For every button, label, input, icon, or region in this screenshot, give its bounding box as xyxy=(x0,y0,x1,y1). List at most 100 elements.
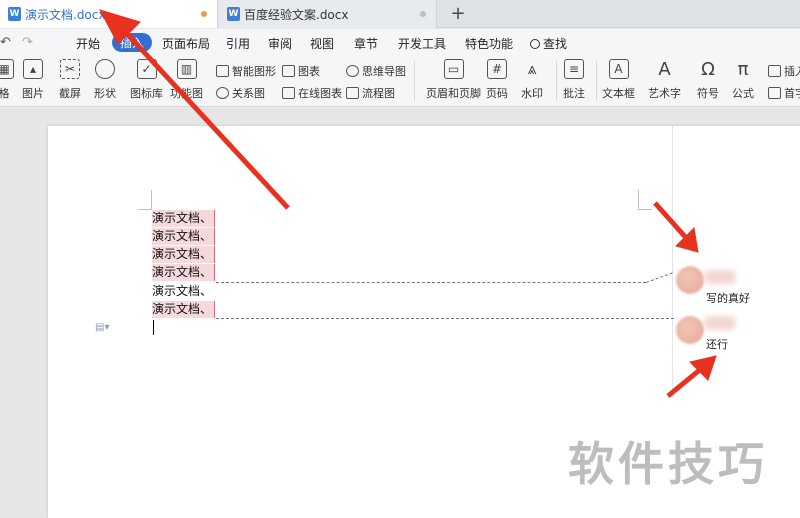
flowchart-label: 流程图 xyxy=(362,87,395,100)
icon-library-button[interactable]: ✓ 图标库 xyxy=(130,59,163,101)
flowchart-button[interactable]: 流程图 xyxy=(346,85,395,101)
comment-icon: ≡ xyxy=(564,59,584,79)
smart-art-button[interactable]: 智能图形 xyxy=(216,63,276,79)
mind-map-icon xyxy=(346,65,359,77)
undo-icon[interactable]: ↶ xyxy=(0,35,11,50)
menu-home[interactable]: 开始 xyxy=(76,35,100,52)
icon-library-icon: ✓ xyxy=(136,59,157,79)
ribbon-separator xyxy=(596,61,597,101)
tab-title: 演示文档.docx xyxy=(25,7,106,22)
mind-map-label: 思维导图 xyxy=(362,65,406,78)
tab-bar: W 演示文档.docx W 百度经验文案.docx + xyxy=(0,0,800,28)
text-box-label: 文本框 xyxy=(602,87,635,100)
symbol-button[interactable]: Ω 符号 xyxy=(697,59,719,101)
comment-card[interactable]: 写的真好 xyxy=(672,266,800,312)
avatar xyxy=(676,266,704,294)
search-button[interactable]: 查找 xyxy=(530,35,567,52)
screenshot-label: 截屏 xyxy=(59,87,81,100)
watermark-label: 水印 xyxy=(521,87,543,100)
drop-cap-button[interactable]: 首字 xyxy=(768,85,800,101)
tab-baidu-document[interactable]: W 百度经验文案.docx xyxy=(219,0,437,28)
online-chart-button[interactable]: 在线图表 xyxy=(282,85,342,101)
menu-page-layout[interactable]: 页面布局 xyxy=(162,35,210,52)
menu-references[interactable]: 引用 xyxy=(226,35,250,52)
insert-number-button[interactable]: 插入 xyxy=(768,63,800,79)
margin-corner-top-right xyxy=(638,190,652,210)
doc-line[interactable]: 演示文档、 xyxy=(152,228,216,245)
watermark-icon: ⩓ xyxy=(527,59,537,78)
menu-developer[interactable]: 开发工具 xyxy=(398,35,446,52)
insert-number-label: 插入 xyxy=(784,65,800,78)
pi-icon: π xyxy=(737,58,749,80)
function-chart-label: 功能图 xyxy=(170,87,203,100)
menu-view[interactable]: 视图 xyxy=(310,35,334,52)
author-name xyxy=(704,316,736,330)
doc-line[interactable]: 演示文档、 xyxy=(152,283,214,300)
comment-connector-line xyxy=(216,282,646,283)
ribbon-separator xyxy=(414,61,415,101)
chart-icon xyxy=(282,65,295,77)
comment-button[interactable]: ≡ 批注 xyxy=(563,59,585,101)
ribbon-separator xyxy=(556,61,557,101)
menu-bar: ↶ ↷ 开始 插入 页面布局 引用 审阅 视图 章节 开发工具 特色功能 查找 xyxy=(0,29,800,55)
mind-map-button[interactable]: 思维导图 xyxy=(346,63,406,79)
search-icon xyxy=(530,39,540,49)
table-icon: ▦ xyxy=(0,59,14,79)
word-doc-icon: W xyxy=(8,7,21,21)
insert-ribbon: ▦ 格 ▴ 图片 ✂ 截屏 形状 ✓ 图标库 ▥ 功能图 智能图形 图表 思维导… xyxy=(0,55,800,107)
search-label: 查找 xyxy=(543,37,568,51)
word-art-icon: A xyxy=(658,58,671,80)
menu-special-features[interactable]: 特色功能 xyxy=(465,35,513,52)
comment-card[interactable]: 还行 xyxy=(672,314,800,360)
tab-demo-document[interactable]: W 演示文档.docx xyxy=(0,0,218,28)
saved-dot-icon xyxy=(420,11,426,17)
new-tab-button[interactable]: + xyxy=(448,3,468,24)
function-chart-button[interactable]: ▥ 功能图 xyxy=(170,59,203,101)
formula-label: 公式 xyxy=(732,87,754,100)
menu-review[interactable]: 审阅 xyxy=(268,35,292,52)
shapes-button[interactable]: 形状 xyxy=(94,59,116,101)
menu-chapter[interactable]: 章节 xyxy=(354,35,378,52)
picture-icon: ▴ xyxy=(23,59,43,79)
formula-button[interactable]: π 公式 xyxy=(732,59,754,101)
table-button[interactable]: ▦ 格 xyxy=(0,59,14,101)
text-box-button[interactable]: A 文本框 xyxy=(602,59,635,101)
header-footer-button[interactable]: ▭ 页眉和页脚 xyxy=(426,59,481,101)
author-name xyxy=(704,270,736,284)
page-number-icon: # xyxy=(487,59,507,79)
omega-icon: Ω xyxy=(701,58,715,80)
paragraph-layout-icon[interactable]: ▤▾ xyxy=(95,322,109,333)
screenshot-button[interactable]: ✂ 截屏 xyxy=(59,59,81,101)
word-art-button[interactable]: A 艺术字 xyxy=(648,59,681,101)
symbol-label: 符号 xyxy=(697,87,719,100)
redo-icon[interactable]: ↷ xyxy=(22,35,33,50)
doc-line[interactable]: 演示文档、 xyxy=(152,264,216,281)
avatar xyxy=(676,316,704,344)
page-number-label: 页码 xyxy=(486,87,508,100)
header-footer-label: 页眉和页脚 xyxy=(426,87,481,100)
shapes-label: 形状 xyxy=(94,87,116,100)
menu-insert[interactable]: 插入 xyxy=(112,33,153,52)
unsaved-dot-icon xyxy=(201,11,207,17)
chart-button[interactable]: 图表 xyxy=(282,63,320,79)
relation-chart-button[interactable]: 关系图 xyxy=(216,85,265,101)
picture-label: 图片 xyxy=(22,87,44,100)
watermark-button[interactable]: ⩓ 水印 xyxy=(521,59,543,101)
comment-connector-line xyxy=(216,318,674,319)
icon-library-label: 图标库 xyxy=(130,87,163,100)
online-chart-label: 在线图表 xyxy=(298,87,342,100)
doc-line[interactable]: 演示文档、 xyxy=(152,210,216,227)
page-number-button[interactable]: # 页码 xyxy=(486,59,508,101)
doc-line[interactable]: 演示文档、 xyxy=(152,246,216,263)
function-chart-icon: ▥ xyxy=(176,59,197,79)
online-chart-icon xyxy=(282,87,295,99)
drop-cap-label: 首字 xyxy=(784,87,800,100)
flowchart-icon xyxy=(346,87,359,99)
tab-title: 百度经验文案.docx xyxy=(244,7,349,22)
insert-number-icon xyxy=(768,65,781,77)
smart-art-icon xyxy=(216,65,229,77)
picture-button[interactable]: ▴ 图片 xyxy=(22,59,44,101)
shapes-icon xyxy=(95,59,115,79)
doc-line[interactable]: 演示文档、 xyxy=(152,301,216,318)
header-footer-icon: ▭ xyxy=(443,59,464,79)
